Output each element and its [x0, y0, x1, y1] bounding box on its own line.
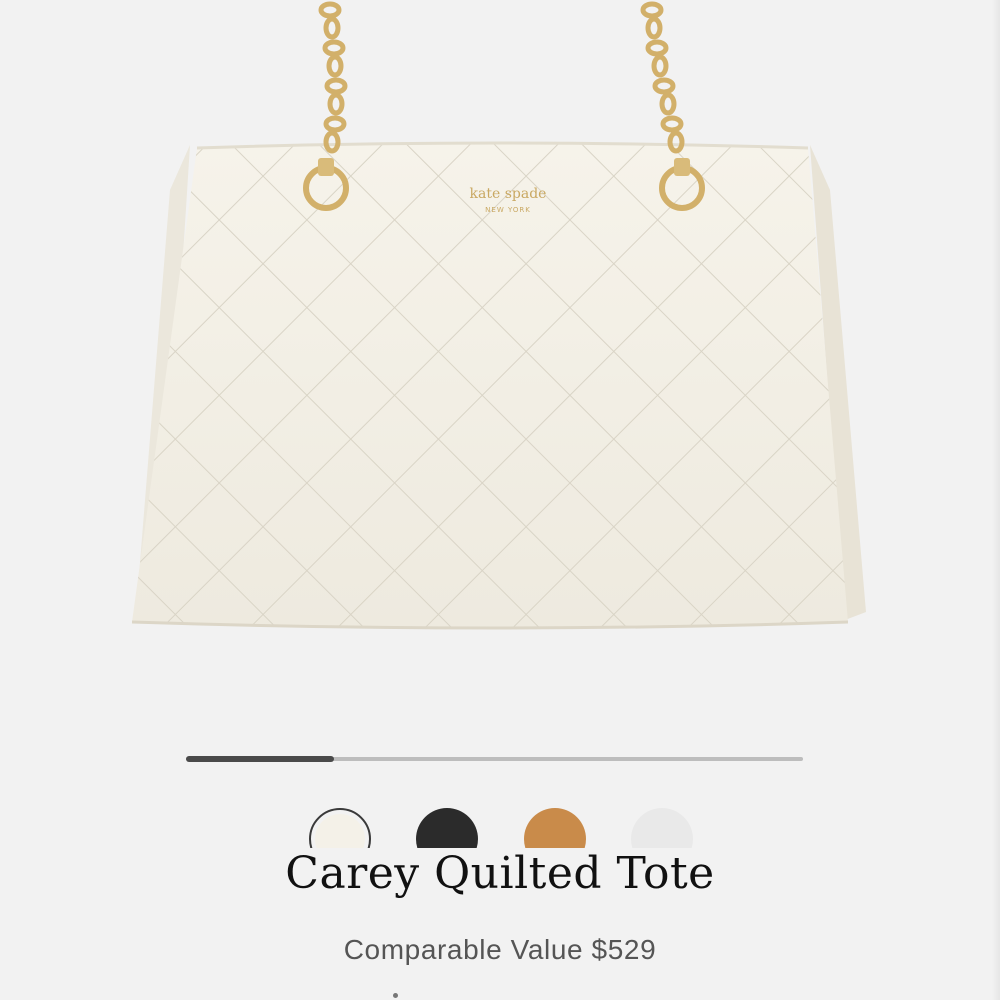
product-image[interactable]: kate spade NEW YORK: [0, 0, 1000, 720]
swatch-cream[interactable]: [309, 808, 371, 848]
chain-left: [318, 1, 348, 154]
cut-off-content: [393, 993, 398, 998]
swatch-white[interactable]: [631, 808, 693, 848]
product-price: Comparable Value $529: [343, 934, 657, 965]
swatch-black[interactable]: [416, 808, 478, 848]
bag-quilting: [132, 143, 848, 628]
svg-text:kate spade: kate spade: [470, 186, 547, 202]
product-page: kate spade NEW YORK Carey Quilted Tote C…: [0, 0, 1000, 1000]
chain-right: [640, 1, 685, 154]
swatch-tan[interactable]: [524, 808, 586, 848]
carousel-progress-bar[interactable]: [186, 756, 803, 762]
carousel-progress-thumb[interactable]: [186, 756, 334, 762]
product-title: Carey Quilted Tote: [285, 848, 715, 899]
svg-text:NEW YORK: NEW YORK: [485, 206, 531, 214]
color-swatches: [0, 808, 1000, 848]
scroll-edge: [992, 0, 1000, 1000]
